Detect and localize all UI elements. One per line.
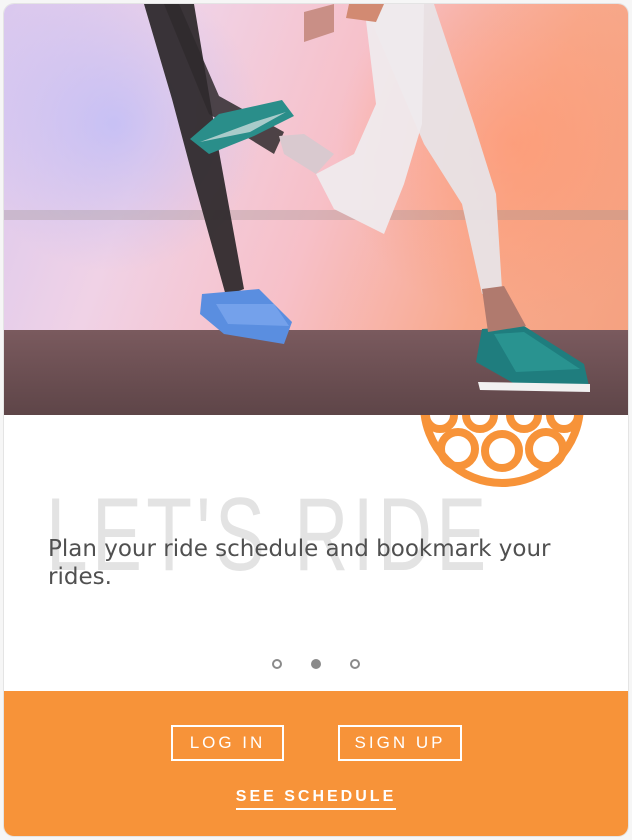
signup-button[interactable]: SIGN UP xyxy=(338,725,462,761)
see-schedule-link-container: SEE SCHEDULE xyxy=(4,788,628,810)
onboarding-card: LET'S RIDE Plan your ride schedule and b… xyxy=(4,4,628,836)
login-button[interactable]: LOG IN xyxy=(171,725,284,761)
hero-image xyxy=(4,4,628,415)
see-schedule-link[interactable]: SEE SCHEDULE xyxy=(235,788,397,810)
tagline: Plan your ride schedule and bookmark you… xyxy=(48,536,551,590)
page-dot[interactable] xyxy=(272,659,282,669)
page-dot-active[interactable] xyxy=(311,659,321,669)
page-indicator xyxy=(4,659,628,671)
content-area: LET'S RIDE Plan your ride schedule and b… xyxy=(4,415,628,691)
action-footer: LOG IN SIGN UP SEE SCHEDULE xyxy=(4,691,628,836)
page-dot[interactable] xyxy=(350,659,360,669)
runners-illustration xyxy=(124,4,590,392)
